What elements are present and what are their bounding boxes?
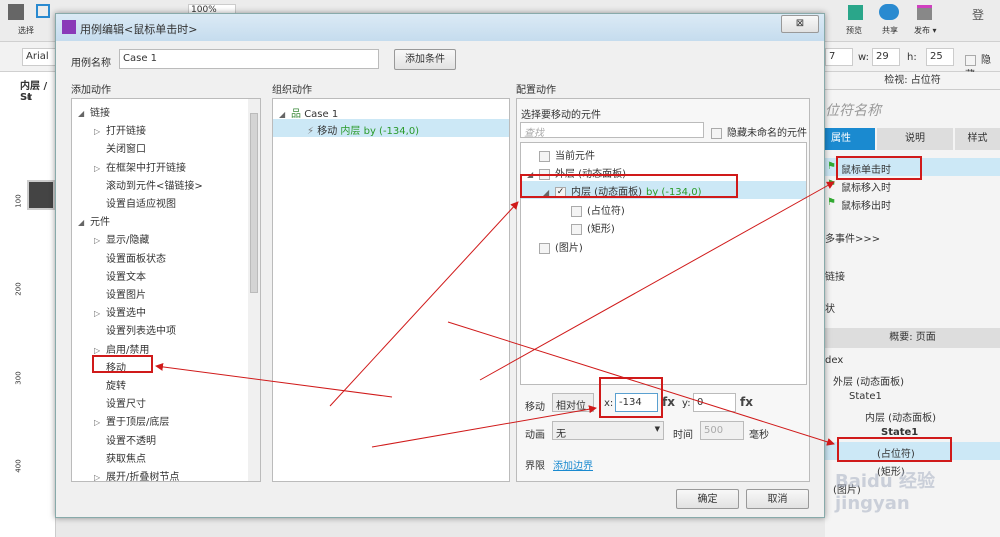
annotation-arrows [155,181,835,448]
arrow [447,321,835,446]
arrow [479,181,835,381]
arrow [329,201,519,407]
arrow [371,405,597,448]
arrow [155,362,393,398]
